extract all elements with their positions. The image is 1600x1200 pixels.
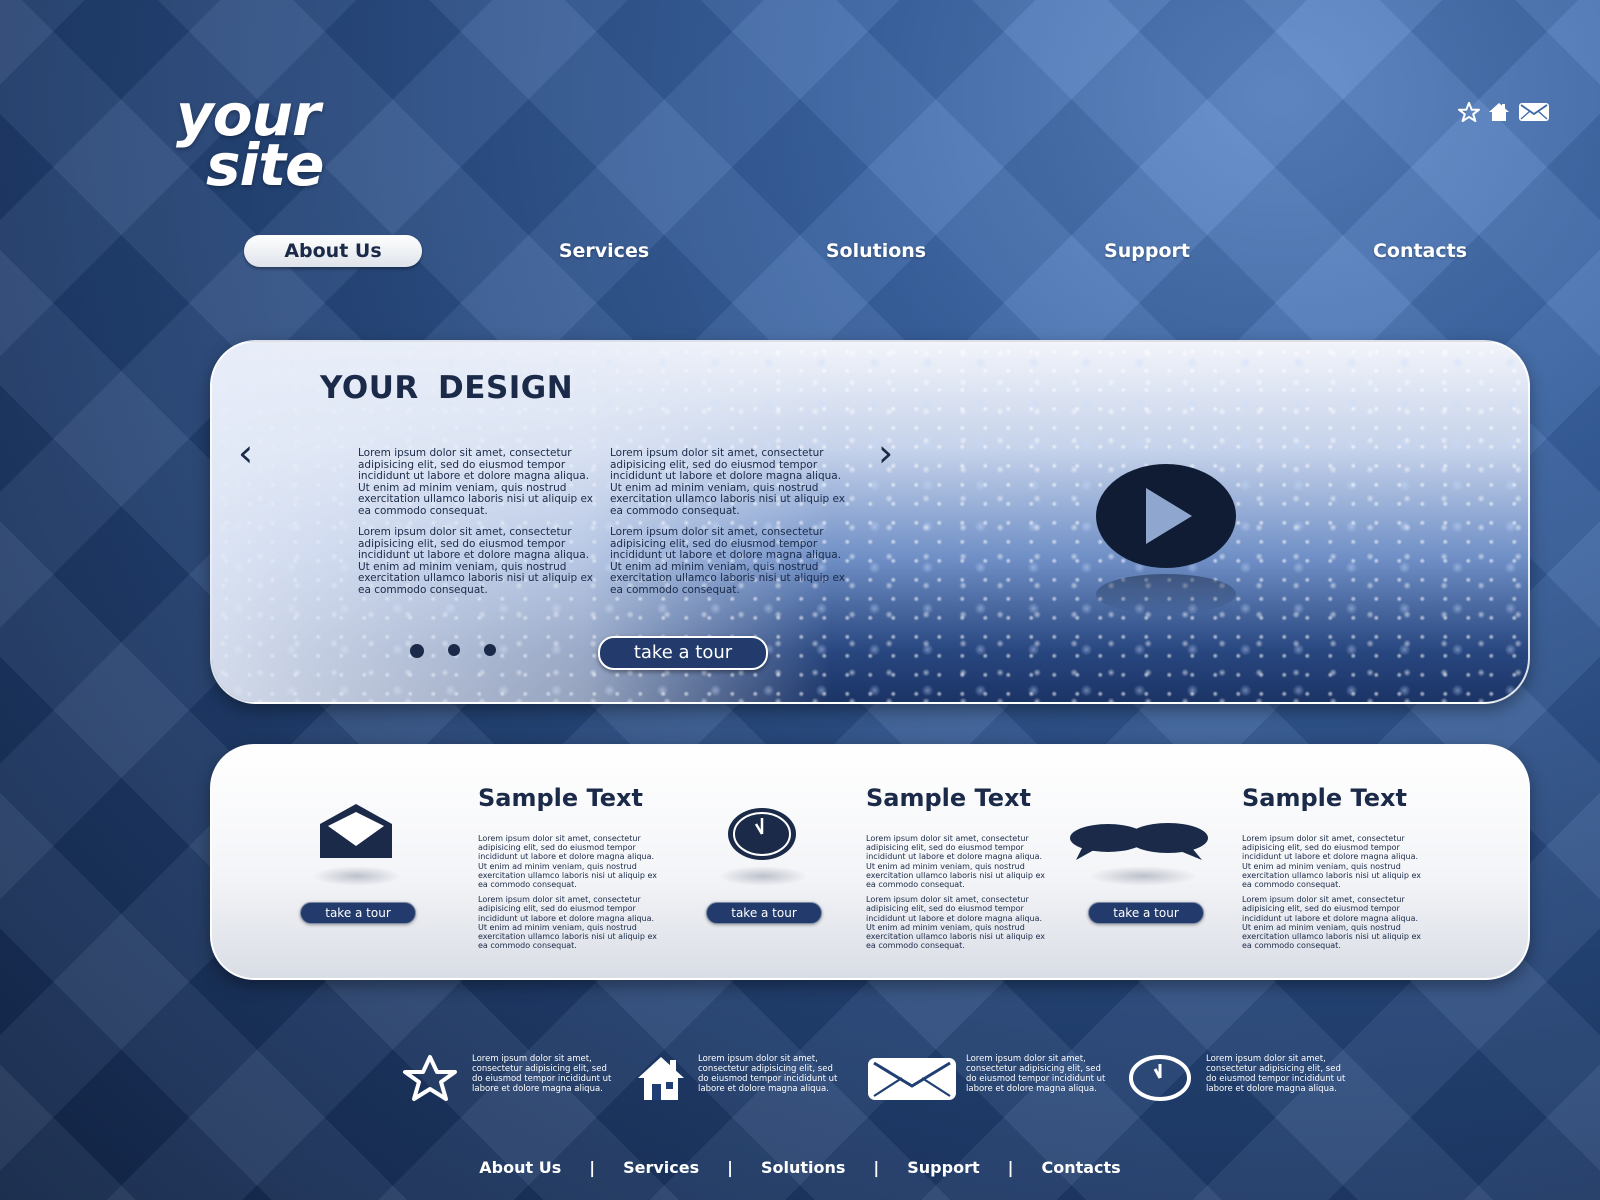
hero-text-column-2: Lorem ipsum dolor sit amet, consectetur … <box>610 447 850 606</box>
footer-link-contacts[interactable]: Contacts <box>1037 1158 1124 1177</box>
hero-title: YOUR DESIGN <box>320 370 574 406</box>
feature-2-text: Lorem ipsum dolor sit amet, consectetur … <box>866 834 1052 956</box>
clock-icon <box>726 806 798 866</box>
clock-reflection <box>718 866 808 886</box>
hero-col2-paragraph-1: Lorem ipsum dolor sit amet, consectetur … <box>610 447 845 517</box>
prev-slide-arrow-icon[interactable]: ‹ <box>238 434 253 472</box>
mail-icon[interactable] <box>1518 102 1550 122</box>
footer-link-about-us[interactable]: About Us <box>475 1158 565 1177</box>
star-icon[interactable] <box>1458 102 1480 122</box>
play-button[interactable] <box>1096 464 1236 568</box>
feature-2-paragraph-1: Lorem ipsum dolor sit amet, consectetur … <box>866 834 1046 890</box>
slide-dot-2[interactable] <box>448 644 460 656</box>
feature-1-paragraph-2: Lorem ipsum dolor sit amet, consectetur … <box>478 895 658 951</box>
feature-3-take-a-tour-button[interactable]: take a tour <box>1088 902 1204 924</box>
feature-3-paragraph-1: Lorem ipsum dolor sit amet, consectetur … <box>1242 834 1422 890</box>
info-text-4: Lorem ipsum dolor sit amet, consectetur … <box>1206 1054 1346 1094</box>
footer-link-support[interactable]: Support <box>903 1158 983 1177</box>
home-icon <box>636 1054 686 1106</box>
hero-col2-paragraph-2: Lorem ipsum dolor sit amet, consectetur … <box>610 526 845 596</box>
feature-1-text: Lorem ipsum dolor sit amet, consectetur … <box>478 834 664 956</box>
nav-contacts[interactable]: Contacts <box>1340 235 1500 267</box>
footer-link-solutions[interactable]: Solutions <box>757 1158 849 1177</box>
footer-nav: About Us | Services | Solutions | Suppor… <box>0 1158 1600 1177</box>
feature-3-title: Sample Text <box>1242 784 1407 812</box>
nav-solutions[interactable]: Solutions <box>800 235 952 267</box>
play-icon <box>1146 488 1192 544</box>
footer-separator: | <box>1007 1158 1014 1177</box>
chat-bubbles-icon <box>1068 822 1210 866</box>
hero-text-column-1: Lorem ipsum dolor sit amet, consectetur … <box>358 447 598 606</box>
hero-take-a-tour-button[interactable]: take a tour <box>598 636 768 670</box>
play-button-reflection <box>1096 574 1236 614</box>
feature-1-paragraph-1: Lorem ipsum dolor sit amet, consectetur … <box>478 834 658 890</box>
site-logo[interactable]: your site <box>176 86 324 194</box>
envelope-reflection <box>312 866 402 886</box>
hero-col1-paragraph-1: Lorem ipsum dolor sit amet, consectetur … <box>358 447 593 517</box>
next-slide-arrow-icon[interactable]: › <box>878 434 893 472</box>
footer-separator: | <box>727 1158 733 1177</box>
info-text-2: Lorem ipsum dolor sit amet, consectetur … <box>698 1054 838 1094</box>
home-icon[interactable] <box>1488 102 1510 122</box>
chat-bubbles-reflection <box>1088 866 1198 886</box>
features-panel: take a tour Sample Text Lorem ipsum dolo… <box>210 744 1530 980</box>
mail-icon <box>866 1056 958 1106</box>
nav-about-us[interactable]: About Us <box>244 235 422 267</box>
feature-2-take-a-tour-button[interactable]: take a tour <box>706 902 822 924</box>
slide-dot-1[interactable] <box>410 644 424 658</box>
clock-icon <box>1128 1054 1192 1106</box>
footer-link-services[interactable]: Services <box>619 1158 703 1177</box>
feature-3-text: Lorem ipsum dolor sit amet, consectetur … <box>1242 834 1428 956</box>
hero-slider: YOUR DESIGN ‹ › Lorem ipsum dolor sit am… <box>210 340 1530 704</box>
envelope-icon <box>318 802 394 864</box>
footer-separator: | <box>873 1158 880 1177</box>
feature-2-paragraph-2: Lorem ipsum dolor sit amet, consectetur … <box>866 895 1046 951</box>
nav-support[interactable]: Support <box>1072 235 1222 267</box>
hero-col1-paragraph-2: Lorem ipsum dolor sit amet, consectetur … <box>358 526 593 596</box>
star-icon <box>400 1054 460 1106</box>
footer-separator: | <box>589 1158 596 1177</box>
info-text-3: Lorem ipsum dolor sit amet, consectetur … <box>966 1054 1106 1094</box>
feature-1-title: Sample Text <box>478 784 643 812</box>
info-text-1: Lorem ipsum dolor sit amet, consectetur … <box>472 1054 612 1094</box>
feature-3-paragraph-2: Lorem ipsum dolor sit amet, consectetur … <box>1242 895 1422 951</box>
nav-services[interactable]: Services <box>530 235 678 267</box>
feature-1-take-a-tour-button[interactable]: take a tour <box>300 902 416 924</box>
slide-dot-3[interactable] <box>484 644 496 656</box>
top-icons <box>1458 102 1550 122</box>
feature-2-title: Sample Text <box>866 784 1031 812</box>
